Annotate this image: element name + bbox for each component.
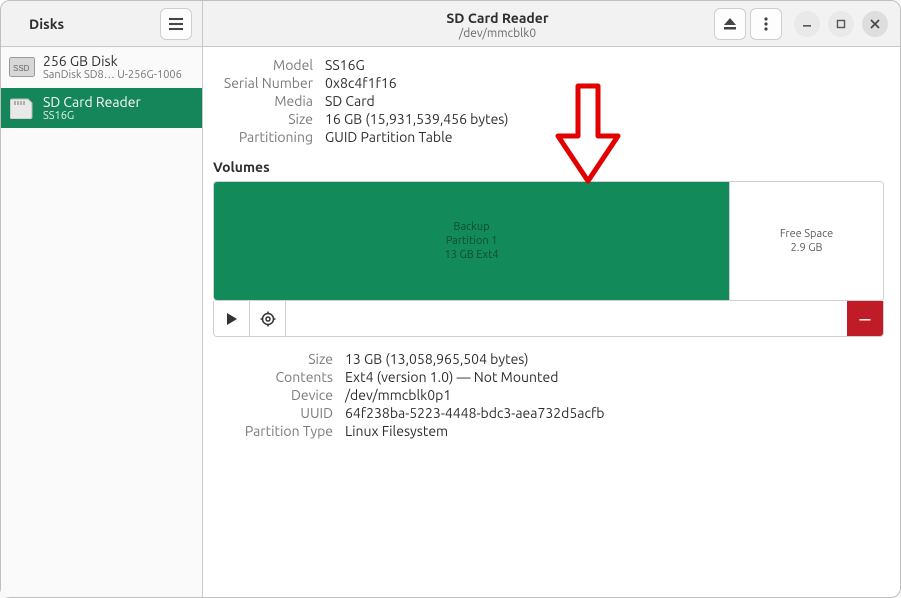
drive-title: SD Card Reader [283,11,712,26]
app-menu-button[interactable] [160,8,192,40]
label-partitioning: Partitioning [213,129,313,145]
app-title: Disks [9,16,64,32]
sdcard-icon [9,97,35,119]
value-part-type: Linux Filesystem [345,423,884,439]
titlebar: Disks SD Card Reader /dev/mmcblk0 [1,1,900,47]
volume-toolbar: – [213,301,884,337]
volume-settings-button[interactable] [250,301,286,336]
label-part-type: Partition Type [213,423,333,439]
value-uuid: 64f238ba-5223-4448-bdc3-aea732d5acfb [345,405,884,421]
disks-app-window: Disks SD Card Reader /dev/mmcblk0 [0,0,901,598]
eject-button[interactable] [714,8,746,40]
partition-info-table: Size 13 GB (13,058,965,504 bytes) Conten… [213,351,884,439]
value-contents: Ext4 (version 1.0) — Not Mounted [345,369,884,385]
value-model: SS16G [325,57,884,73]
kebab-icon [764,17,768,31]
window-maximize-button[interactable] [828,11,854,37]
title-group: SD Card Reader /dev/mmcblk0 [283,7,712,40]
value-device: /dev/mmcblk0p1 [345,387,884,403]
main-area: SSD 256 GB Disk SanDisk SD8… U-256G-1006… [1,47,900,597]
sidebar-item-title: SD Card Reader [43,94,141,110]
sidebar-item-title: 256 GB Disk [43,53,182,69]
label-media: Media [213,93,313,109]
sidebar-item-disk[interactable]: SSD 256 GB Disk SanDisk SD8… U-256G-1006 [1,47,202,88]
label-uuid: UUID [213,405,333,421]
ssd-icon: SSD [9,56,35,78]
volumes-heading: Volumes [213,159,884,175]
sidebar-item-sdcard[interactable]: SD Card Reader SS16G [1,88,202,129]
window-close-button[interactable] [862,11,888,37]
svg-text:SSD: SSD [13,64,30,73]
free-space-size: 2.9 GB [791,241,823,255]
free-space-label: Free Space [780,227,833,241]
label-size: Size [213,111,313,127]
volume-size-fs: 13 GB Ext4 [445,248,499,262]
close-icon [870,19,880,29]
mount-button[interactable] [214,301,250,336]
value-serial: 0x8c4f1f16 [325,75,884,91]
value-partitioning: GUID Partition Table [325,129,884,145]
drive-subtitle: /dev/mmcblk0 [283,27,712,40]
sidebar-item-subtitle: SS16G [43,110,141,123]
sidebar-item-subtitle: SanDisk SD8… U-256G-1006 [43,69,182,82]
value-size: 16 GB (15,931,539,456 bytes) [325,111,884,127]
content-pane: Model SS16G Serial Number 0x8c4f1f16 Med… [203,47,900,597]
maximize-icon [836,19,846,29]
value-media: SD Card [325,93,884,109]
play-icon [226,312,238,326]
volume-name: Backup [454,220,490,234]
volumes-diagram: Backup Partition 1 13 GB Ext4 Free Space… [213,181,884,301]
gear-icon [260,311,276,327]
delete-partition-button[interactable]: – [847,301,883,336]
minus-icon: – [860,308,871,330]
drive-menu-button[interactable] [750,8,782,40]
volume-free-space[interactable]: Free Space 2.9 GB [729,182,883,300]
drive-info-table: Model SS16G Serial Number 0x8c4f1f16 Med… [213,57,884,145]
label-model: Model [213,57,313,73]
label-device: Device [213,387,333,403]
titlebar-left: Disks [1,1,203,46]
volume-partition-label: Partition 1 [446,234,498,248]
toolbar-spacer [286,301,847,336]
minimize-icon [802,19,812,29]
drive-sidebar: SSD 256 GB Disk SanDisk SD8… U-256G-1006… [1,47,203,597]
window-minimize-button[interactable] [794,11,820,37]
hamburger-icon [169,18,183,30]
volume-partition-1[interactable]: Backup Partition 1 13 GB Ext4 [214,182,729,300]
titlebar-center: SD Card Reader /dev/mmcblk0 [203,1,900,46]
eject-icon [723,17,737,31]
label-part-size: Size [213,351,333,367]
value-part-size: 13 GB (13,058,965,504 bytes) [345,351,884,367]
label-contents: Contents [213,369,333,385]
label-serial: Serial Number [213,75,313,91]
